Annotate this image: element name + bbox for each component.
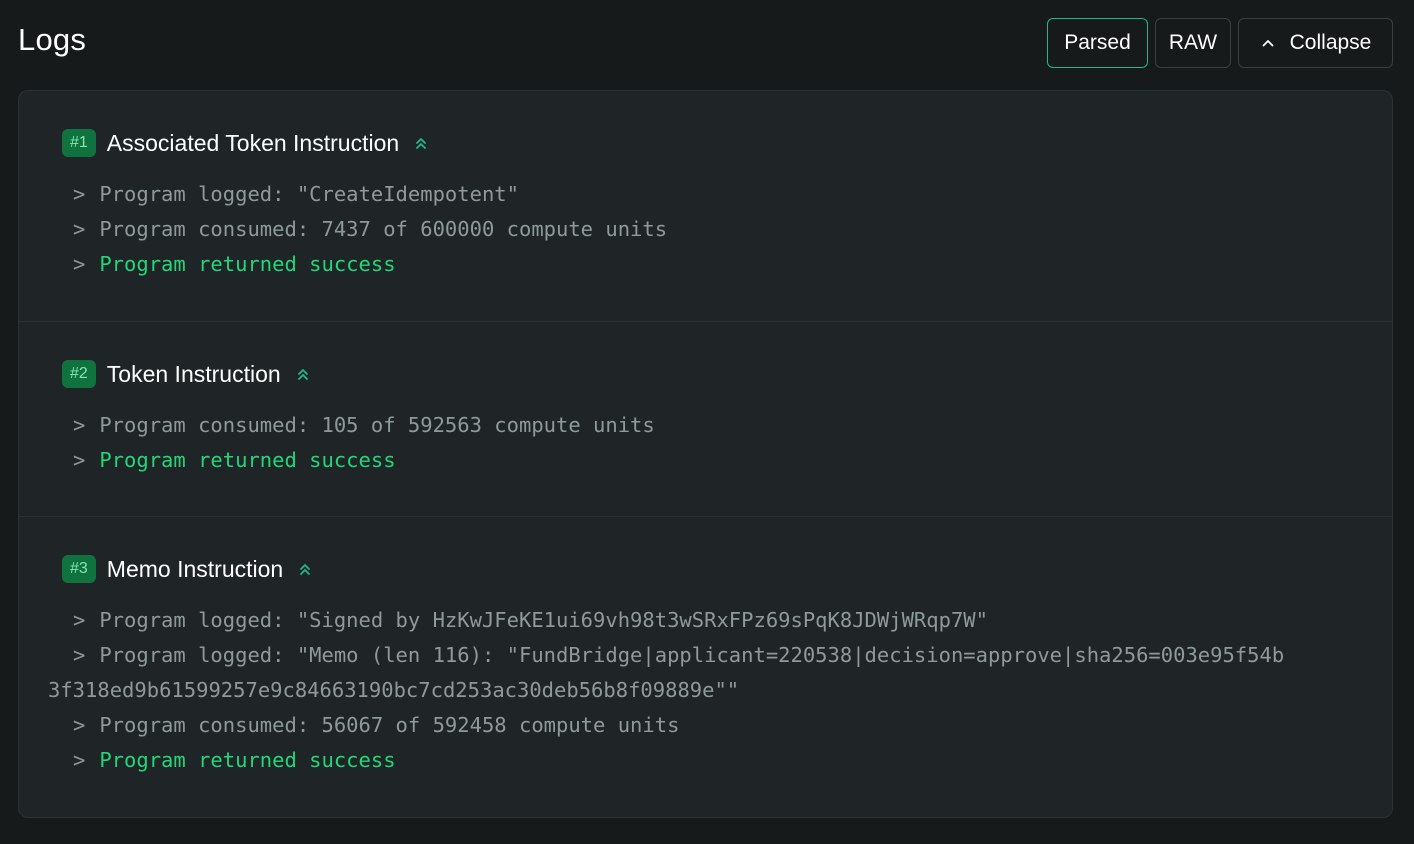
log-line: > Program logged: "Memo (len 116): "FundB… xyxy=(73,638,1352,673)
logs-header: Logs Parsed RAW Collapse xyxy=(0,0,1414,90)
log-line-success: > Program returned success xyxy=(73,743,1352,778)
log-prefix: > xyxy=(73,182,86,206)
page-title: Logs xyxy=(18,22,87,57)
log-line: > Program logged: "Signed by HzKwJFeKE1ui… xyxy=(73,603,1352,638)
log-text: Program logged: "CreateIdempotent" xyxy=(99,182,519,206)
instruction-index-badge: #1 xyxy=(62,129,96,157)
log-prefix: > xyxy=(73,643,86,667)
log-prefix: > xyxy=(73,413,86,437)
instruction-title: Associated Token Instruction xyxy=(106,129,400,156)
log-line: > Program consumed: 105 of 592563 compute… xyxy=(73,408,1352,443)
instruction-title: Memo Instruction xyxy=(106,555,284,582)
instruction-index-badge: #2 xyxy=(62,360,96,388)
instruction-section-2: #2 Token Instruction > Program consumed: … xyxy=(19,322,1392,517)
log-line-success: > Program returned success xyxy=(73,247,1352,282)
log-text: Program returned success xyxy=(99,448,396,472)
logs-panel: #1 Associated Token Instruction > Program… xyxy=(18,90,1393,818)
double-chevron-up-icon[interactable] xyxy=(413,135,429,151)
collapse-label: Collapse xyxy=(1289,31,1372,54)
log-line: > Program logged: "CreateIdempotent" xyxy=(73,177,1352,212)
log-lines: > Program logged: "Signed by HzKwJFeKE1ui… xyxy=(48,603,1352,778)
instruction-title: Token Instruction xyxy=(106,360,281,387)
log-text: Program logged: "Signed by HzKwJFeKE1ui6… xyxy=(99,608,988,632)
log-prefix: > xyxy=(73,608,86,632)
log-lines: > Program consumed: 105 of 592563 compute… xyxy=(73,408,1352,478)
log-line: > Program consumed: 7437 of 600000 comput… xyxy=(73,212,1352,247)
instruction-section-3: #3 Memo Instruction > Program logged: "Si… xyxy=(19,517,1392,817)
instruction-header[interactable]: #1 Associated Token Instruction xyxy=(62,128,429,158)
log-prefix: > xyxy=(73,252,86,276)
log-text: Program returned success xyxy=(99,252,396,276)
log-prefix: > xyxy=(73,448,86,472)
log-line: > Program consumed: 56067 of 592458 compu… xyxy=(73,708,1352,743)
log-text: Program consumed: 56067 of 592458 comput… xyxy=(99,713,680,737)
log-text: Program consumed: 105 of 592563 compute … xyxy=(99,413,655,437)
log-line-success: > Program returned success xyxy=(73,443,1352,478)
log-prefix: > xyxy=(73,713,86,737)
log-lines: > Program logged: "CreateIdempotent" > Pro… xyxy=(73,177,1352,282)
log-prefix: > xyxy=(73,748,86,772)
log-text: Program logged: "Memo (len 116): "FundBr… xyxy=(99,643,1285,667)
log-text: Program returned success xyxy=(99,748,396,772)
chevron-up-icon xyxy=(1262,40,1274,47)
instruction-header[interactable]: #3 Memo Instruction xyxy=(62,554,313,584)
log-prefix: > xyxy=(73,217,86,241)
parsed-button[interactable]: Parsed xyxy=(1047,18,1148,68)
double-chevron-up-icon[interactable] xyxy=(297,561,313,577)
collapse-button[interactable]: Collapse xyxy=(1238,18,1393,68)
instruction-index-badge: #3 xyxy=(62,555,96,583)
log-line-continuation: 3f318ed9b61599257e9c84663190bc7cd253ac30… xyxy=(48,673,1352,708)
raw-button[interactable]: RAW xyxy=(1155,18,1231,68)
instruction-header[interactable]: #2 Token Instruction xyxy=(62,359,311,389)
double-chevron-up-icon[interactable] xyxy=(295,366,311,382)
log-text-continuation: 3f318ed9b61599257e9c84663190bc7cd253ac30… xyxy=(48,678,740,702)
instruction-section-1: #1 Associated Token Instruction > Program… xyxy=(19,91,1392,322)
log-text: Program consumed: 7437 of 600000 compute… xyxy=(99,217,668,241)
